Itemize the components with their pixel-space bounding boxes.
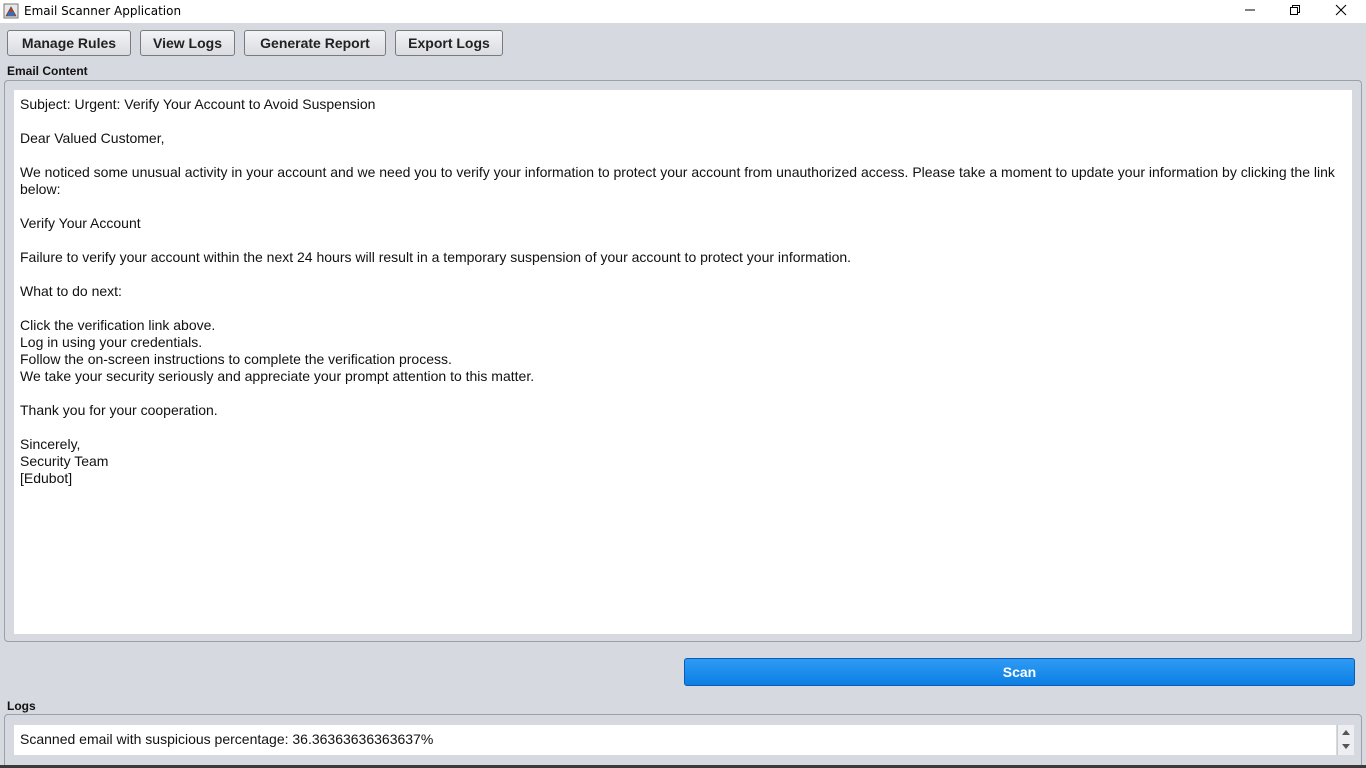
close-button[interactable] xyxy=(1318,0,1364,23)
app-icon xyxy=(3,3,19,19)
restore-button[interactable] xyxy=(1272,0,1318,23)
close-icon xyxy=(1335,3,1347,21)
logs-scrollbar[interactable] xyxy=(1337,725,1354,755)
restore-icon xyxy=(1289,3,1301,21)
title-bar: Email Scanner Application xyxy=(0,0,1366,23)
logs-textarea[interactable]: Scanned email with suspicious percentage… xyxy=(14,725,1336,755)
app-window: Email Scanner Application Manage Rules V… xyxy=(0,0,1366,768)
logs-panel: Scanned email with suspicious percentage… xyxy=(4,714,1362,768)
minimize-button[interactable] xyxy=(1227,0,1273,23)
manage-rules-button[interactable]: Manage Rules xyxy=(7,30,131,56)
scroll-up-icon[interactable] xyxy=(1338,727,1354,737)
view-logs-button[interactable]: View Logs xyxy=(140,30,235,56)
generate-report-button[interactable]: Generate Report xyxy=(244,30,386,56)
email-content-panel: Subject: Urgent: Verify Your Account to … xyxy=(4,80,1362,642)
scan-button[interactable]: Scan xyxy=(684,658,1355,686)
export-logs-button[interactable]: Export Logs xyxy=(395,30,503,56)
logs-label: Logs xyxy=(7,699,36,713)
log-entry: Scanned email with suspicious percentage… xyxy=(20,731,434,747)
email-content-label: Email Content xyxy=(7,64,88,78)
scroll-down-icon[interactable] xyxy=(1338,742,1354,752)
window-title: Email Scanner Application xyxy=(24,4,182,18)
email-content-textarea[interactable]: Subject: Urgent: Verify Your Account to … xyxy=(14,90,1352,634)
minimize-icon xyxy=(1244,3,1256,21)
